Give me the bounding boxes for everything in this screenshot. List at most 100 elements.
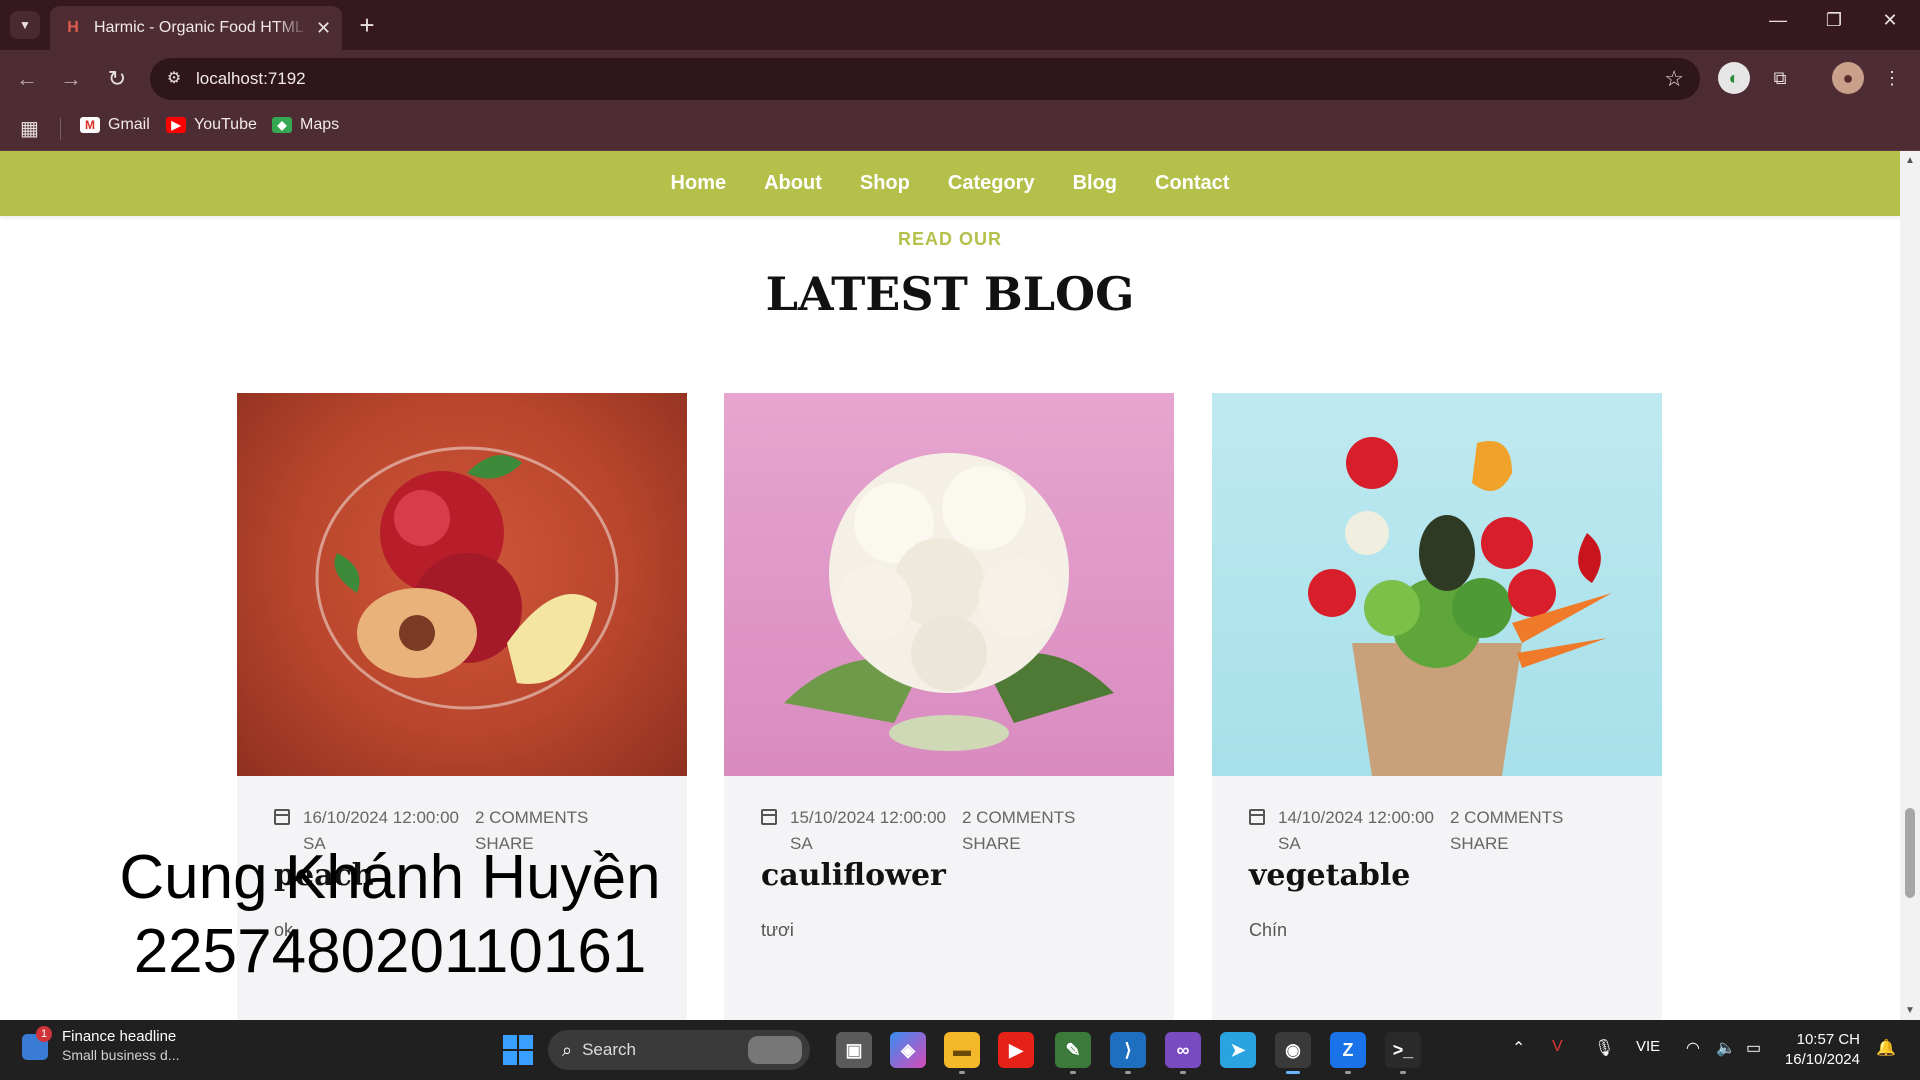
terminal-icon[interactable]: >_	[1385, 1032, 1421, 1074]
visual-studio-icon[interactable]: ∞	[1165, 1032, 1201, 1074]
page-scrollbar[interactable]: ▲ ▼	[1900, 151, 1920, 1020]
nav-shop[interactable]: Shop	[860, 172, 910, 195]
back-icon[interactable]: ←	[12, 64, 42, 94]
overlay-name: Cung Khánh Huyền	[119, 843, 661, 912]
extension-icon[interactable]: ◐	[1718, 62, 1750, 94]
address-bar[interactable]: ⚙ localhost:7192 ☆	[150, 58, 1700, 100]
news-widget[interactable]: 1 Finance headline Small business d...	[22, 1026, 180, 1063]
blog-card[interactable]: 14/10/2024 12:00:00 SA 2 COMMENTS SHARE ve…	[1212, 393, 1662, 1020]
chevron-down-icon: ▼	[19, 18, 31, 32]
blog-card[interactable]: 15/10/2024 12:00:00 SA 2 COMMENTS SHARE ca…	[724, 393, 1174, 1020]
system-clock[interactable]: 10:57 CH 16/10/2024	[1785, 1030, 1860, 1070]
post-comments[interactable]: 2 COMMENTS SHARE	[1450, 805, 1600, 857]
zalo-icon[interactable]: Z	[1330, 1032, 1366, 1074]
windows-logo-icon	[503, 1035, 517, 1049]
input-language[interactable]: VIE	[1636, 1038, 1660, 1055]
section-heading: LATEST BLOG	[765, 267, 1135, 321]
restore-icon[interactable]: ❐	[1814, 10, 1854, 31]
microphone-icon[interactable]: 🎙	[1594, 1038, 1614, 1058]
post-excerpt: Chín	[1249, 920, 1288, 940]
browser-tab[interactable]: H Harmic - Organic Food HTML Template ✕	[50, 6, 342, 50]
start-button[interactable]	[503, 1035, 533, 1065]
harmic-favicon-icon: H	[67, 19, 79, 36]
youtube-icon: ▶	[166, 117, 186, 133]
tray-app-icon[interactable]: V	[1552, 1038, 1563, 1056]
bookmark-star-icon[interactable]: ☆	[1664, 66, 1684, 92]
bookmark-divider	[60, 118, 61, 140]
blog-image-peach[interactable]	[237, 393, 687, 776]
bookmark-maps[interactable]: ◆ Maps	[272, 116, 339, 134]
calendar-icon	[1249, 809, 1265, 825]
task-view-icon[interactable]: ▣	[836, 1032, 872, 1068]
taskbar-search[interactable]: ⌕ Search	[548, 1030, 810, 1070]
nav-contact[interactable]: Contact	[1155, 172, 1229, 195]
bookmark-gmail[interactable]: M Gmail	[80, 116, 150, 134]
nav-about[interactable]: About	[764, 172, 822, 195]
news-subtitle: Small business d...	[62, 1047, 180, 1063]
news-badge: 1	[36, 1026, 52, 1042]
bookmark-label: Maps	[300, 116, 340, 133]
name-overlay: Cung Khánh Huyền 22574802011016​1	[110, 841, 670, 989]
bookmark-youtube[interactable]: ▶ YouTube	[166, 116, 257, 134]
site-navbar: Home About Shop Category Blog Contact	[0, 151, 1900, 216]
apps-grid-icon[interactable]: ▦	[20, 116, 39, 141]
file-explorer-icon[interactable]: ▬	[944, 1032, 980, 1074]
scroll-thumb[interactable]	[1905, 808, 1915, 898]
bookmark-label: YouTube	[194, 116, 257, 133]
show-hidden-icons[interactable]: ⌃	[1512, 1038, 1525, 1058]
tab-search-button[interactable]: ▼	[10, 11, 40, 39]
news-title: Finance headline	[62, 1028, 177, 1045]
overlay-student-id: 22574802011016​1	[133, 917, 647, 986]
blog-image-vegetable[interactable]	[1212, 393, 1662, 776]
post-title[interactable]: cauliflower	[761, 858, 946, 893]
search-highlight-image	[748, 1036, 802, 1064]
nav-category[interactable]: Category	[948, 172, 1035, 195]
post-date: 15/10/2024 12:00:00 SA	[790, 808, 946, 853]
vegetable-bag-illustration	[1308, 437, 1612, 776]
blog-image-cauliflower[interactable]	[724, 393, 1174, 776]
tab-title: Harmic - Organic Food HTML Template	[94, 19, 308, 36]
url-text: localhost:7192	[196, 69, 306, 88]
gmail-icon: M	[80, 117, 100, 133]
profile-avatar[interactable]: ●	[1832, 62, 1864, 94]
bookmark-label: Gmail	[108, 116, 150, 133]
nav-home[interactable]: Home	[671, 172, 727, 195]
post-comments[interactable]: 2 COMMENTS SHARE	[962, 805, 1112, 857]
battery-icon[interactable]: ▭	[1746, 1038, 1761, 1058]
close-window-icon[interactable]: ✕	[1870, 10, 1910, 31]
search-label: Search	[582, 1040, 636, 1059]
new-tab-button[interactable]: +	[352, 10, 382, 41]
section-eyebrow: READ OUR	[897, 229, 1002, 249]
post-title[interactable]: vegetable	[1249, 858, 1410, 893]
volume-icon[interactable]: 🔈	[1716, 1038, 1736, 1058]
chrome-icon[interactable]: ◉	[1275, 1032, 1311, 1074]
app-icon[interactable]: ✎	[1055, 1032, 1091, 1074]
nav-blog[interactable]: Blog	[1073, 172, 1117, 195]
menu-kebab-icon[interactable]: ⋮	[1876, 62, 1908, 94]
wifi-icon[interactable]: ◠	[1686, 1038, 1700, 1058]
scroll-down-icon[interactable]: ▼	[1904, 1005, 1916, 1016]
reload-icon[interactable]: ↻	[102, 64, 132, 94]
notification-bell-icon[interactable]: 🔔	[1876, 1038, 1896, 1058]
telegram-icon[interactable]: ➤	[1220, 1032, 1256, 1068]
site-info-icon[interactable]: ⚙	[162, 67, 186, 91]
youtube-app-icon[interactable]: ▶	[998, 1032, 1034, 1068]
post-excerpt: tươi	[761, 920, 794, 940]
scroll-up-icon[interactable]: ▲	[1904, 155, 1916, 166]
search-icon: ⌕	[562, 1039, 573, 1060]
extensions-puzzle-icon[interactable]: ⧉	[1764, 62, 1796, 94]
forward-icon[interactable]: →	[56, 64, 86, 94]
browser-tab-strip: ▼ H Harmic - Organic Food HTML Template …	[0, 0, 1920, 50]
windows-taskbar: 1 Finance headline Small business d... ⌕…	[0, 1020, 1920, 1080]
browser-toolbar: ← → ↻ ⚙ localhost:7192 ☆ ◐ ⧉ ● ⋮	[0, 50, 1920, 108]
minimize-icon[interactable]: —	[1758, 10, 1798, 31]
calendar-icon	[761, 809, 777, 825]
copilot-icon[interactable]: ◈	[890, 1032, 926, 1068]
close-tab-icon[interactable]: ✕	[316, 18, 331, 39]
post-date: 14/10/2024 12:00:00 SA	[1278, 808, 1434, 853]
vscode-icon[interactable]: ⟩	[1110, 1032, 1146, 1074]
cauliflower-illustration	[784, 453, 1114, 751]
peach-illustration	[315, 446, 619, 710]
page-viewport: Home About Shop Category Blog Contact RE…	[0, 151, 1920, 1020]
clock-date: 16/10/2024	[1784, 1051, 1860, 1068]
